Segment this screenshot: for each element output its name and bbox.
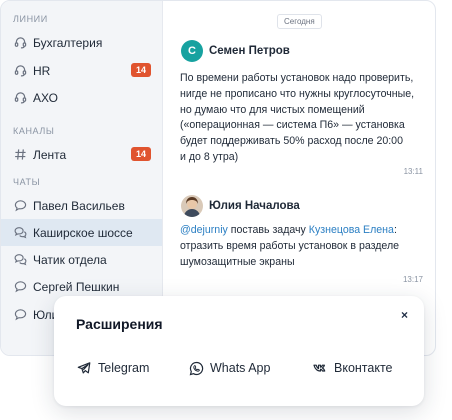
extension-label: Telegram xyxy=(98,361,150,375)
hash-icon xyxy=(13,148,27,162)
extension-vkontakte[interactable]: Вконтакте xyxy=(312,360,392,376)
vk-icon xyxy=(312,360,328,376)
sidebar-item-aho[interactable]: АХО xyxy=(1,84,162,111)
headset-icon xyxy=(13,36,27,50)
message-text: По времени работы установок надо провери… xyxy=(180,71,425,166)
message-time: 13:17 xyxy=(402,275,423,284)
sidebar-item-hr[interactable]: HR 14 xyxy=(1,57,162,84)
message-author[interactable]: Юлия Началова xyxy=(209,200,300,212)
sidebar-item-label: Каширское шоссе xyxy=(33,225,133,240)
message-header: С Семен Петров xyxy=(181,40,290,62)
extension-label: Вконтакте xyxy=(334,361,393,375)
extension-telegram[interactable]: Telegram xyxy=(76,360,149,376)
popup-title: Расширения xyxy=(76,316,163,332)
telegram-icon xyxy=(76,360,92,376)
whatsapp-icon xyxy=(188,360,204,376)
avatar[interactable] xyxy=(181,195,203,217)
section-title-channels: КАНАЛЫ xyxy=(13,126,55,136)
message-line: По времени работы установок надо провери… xyxy=(180,72,414,84)
message-line: @dejurniy поставь задачу Кузнецова Елена… xyxy=(180,223,425,239)
chat-bubble-icon xyxy=(13,199,27,213)
message-line: («операционная — система П6» — установка xyxy=(180,119,405,132)
message-line: и до 8 утра) xyxy=(180,150,239,163)
unread-badge: 14 xyxy=(130,147,151,161)
sidebar-item-team-chat[interactable]: Чатик отдела xyxy=(1,246,162,273)
headset-icon xyxy=(13,64,27,78)
chat-bubbles-icon xyxy=(13,253,27,267)
headset-icon xyxy=(13,91,27,105)
message-fragment: : xyxy=(393,224,397,236)
sidebar-item-label: Бухгалтерия xyxy=(33,35,103,50)
unread-badge: 14 xyxy=(130,63,151,77)
sidebar-item-label: HR xyxy=(33,63,51,78)
sidebar-item-label: АХО xyxy=(33,90,58,105)
extension-label: Whats App xyxy=(210,361,271,375)
message-text: @dejurniy поставь задачу Кузнецова Елена… xyxy=(180,223,425,270)
message-line: но думаю что для чистых помещений xyxy=(180,103,365,116)
mention-link[interactable]: @dejurniy xyxy=(180,224,228,236)
chat-bubble-icon xyxy=(13,280,27,294)
message-header: Юлия Началова xyxy=(181,195,300,217)
message-author[interactable]: Семен Петров xyxy=(209,45,290,57)
section-title-chats: ЧАТЫ xyxy=(13,177,41,187)
message-line: нигде не прописано что нужны круглосуточ… xyxy=(180,87,415,100)
date-separator: Сегодня xyxy=(277,14,322,29)
assignee-link[interactable]: Кузнецова Елена xyxy=(309,224,394,236)
message-line: отразить время работы установок в раздел… xyxy=(180,239,400,252)
message-line: шумозащитные экраны xyxy=(180,255,295,268)
avatar[interactable]: С xyxy=(181,40,203,62)
message-fragment: поставь задачу xyxy=(227,224,309,236)
section-title-lines: ЛИНИИ xyxy=(13,14,48,24)
sidebar-item-label: Чатик отдела xyxy=(33,252,107,267)
sidebar-item-kashirskoe[interactable]: Каширское шоссе xyxy=(1,219,162,246)
sidebar-item-label: Лента xyxy=(33,147,67,162)
chat-bubbles-icon xyxy=(13,226,27,240)
sidebar-item-feed[interactable]: Лента 14 xyxy=(1,141,162,168)
sidebar-item-label: Павел Васильев xyxy=(33,198,125,213)
close-icon[interactable]: × xyxy=(401,308,408,322)
sidebar-item-accounting[interactable]: Бухгалтерия xyxy=(1,29,162,56)
message-time: 13:11 xyxy=(403,167,423,176)
sidebar-item-label: Сергей Пешкин xyxy=(33,279,120,294)
extensions-popup: Расширения × Telegram Whats App Вконтакт… xyxy=(54,296,424,406)
extension-whatsapp[interactable]: Whats App xyxy=(188,360,270,376)
chat-bubble-icon xyxy=(13,308,27,322)
sidebar-item-pavel[interactable]: Павел Васильев xyxy=(1,192,162,219)
message-line: будет поддерживать 50% расход после 20:0… xyxy=(180,135,403,148)
